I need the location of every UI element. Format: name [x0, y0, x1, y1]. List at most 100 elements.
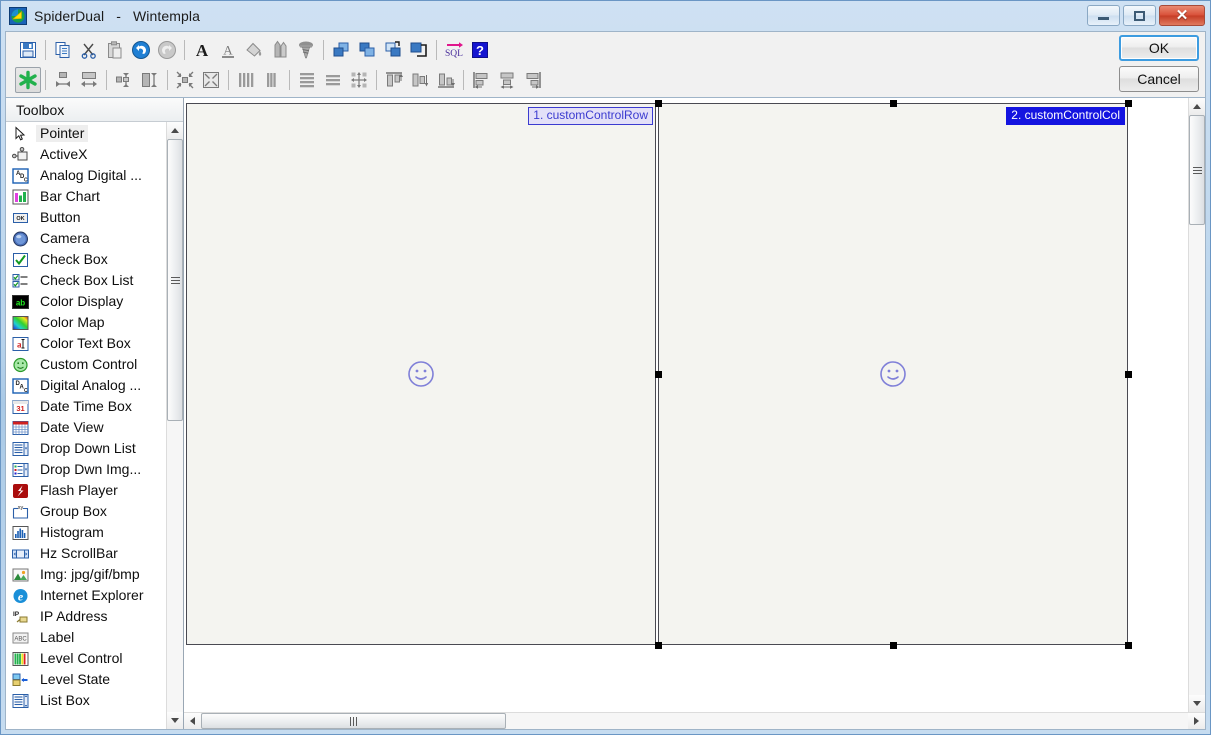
sql-button[interactable]: SQL [441, 37, 467, 63]
redo-button[interactable] [154, 37, 180, 63]
fill-color-button[interactable] [241, 37, 267, 63]
toolbox-item-color-map[interactable]: Color Map [6, 312, 166, 333]
copy-button[interactable] [50, 37, 76, 63]
toolbox-item-color-text-box[interactable]: a Color Text Box [6, 333, 166, 354]
maximize-button[interactable] [1123, 5, 1156, 26]
toolbox-item-histogram[interactable]: Histogram [6, 522, 166, 543]
ok-button[interactable]: OK [1119, 35, 1199, 61]
selection-handle-bottom-center[interactable] [890, 642, 897, 649]
toolbox-vertical-scrollbar[interactable] [166, 122, 183, 729]
canvas-scroll-up-button[interactable] [1189, 98, 1205, 115]
window-controls: ✕ [1087, 5, 1205, 26]
canvas-scroll-thumb[interactable] [1189, 115, 1205, 225]
toolbox-scroll-up-button[interactable] [167, 122, 183, 139]
toolbar-separator [102, 69, 111, 91]
toolbox-item-level-control[interactable]: Level Control [6, 648, 166, 669]
toolbox-list[interactable]: Pointer ActiveX A D C Analog Digital ... Bar C… [6, 122, 166, 729]
size-to-grid-height-button[interactable] [137, 67, 163, 93]
canvas-hscroll-track[interactable] [201, 713, 1188, 729]
align-right-button[interactable] [520, 67, 546, 93]
selection-handle-bottom-left[interactable] [655, 642, 662, 649]
space-across-button[interactable] [233, 67, 259, 93]
screw-button[interactable] [293, 37, 319, 63]
toolbox-item-ip-address[interactable]: IP IP Address [6, 606, 166, 627]
toolbox-scroll-down-button[interactable] [167, 712, 183, 729]
toolbox-item-digital-analog[interactable]: D A C Digital Analog ... [6, 375, 166, 396]
snap-to-grid-button[interactable] [15, 67, 41, 93]
minimize-button[interactable] [1087, 5, 1120, 26]
make-same-height-button[interactable] [76, 67, 102, 93]
selection-handle-middle-right[interactable] [1125, 371, 1132, 378]
cut-scissors-button[interactable] [76, 37, 102, 63]
toolbox-item-date-time-box[interactable]: 31 Date Time Box [6, 396, 166, 417]
toolbox-item-label[interactable]: ABC Label [6, 627, 166, 648]
help-button[interactable]: ? [467, 37, 493, 63]
center-in-form-button[interactable] [346, 67, 372, 93]
toolbox-item-check-box-list[interactable]: Check Box List [6, 270, 166, 291]
selection-handle-top-left[interactable] [655, 100, 662, 107]
close-button[interactable]: ✕ [1159, 5, 1205, 26]
size-to-grid-width-button[interactable] [111, 67, 137, 93]
chevron-down-icon [171, 718, 179, 723]
make-same-width-button[interactable] [50, 67, 76, 93]
design-panel-customControlCol[interactable]: 2. customControlCol [658, 103, 1128, 645]
toolbox-item-custom-control[interactable]: Custom Control [6, 354, 166, 375]
align-middle-button[interactable] [407, 67, 433, 93]
toolbox-item-date-view[interactable]: Date View [6, 417, 166, 438]
panel-label-customControlRow[interactable]: 1. customControlRow [528, 107, 653, 125]
toolbox-item-list-box[interactable]: List Box [6, 690, 166, 711]
canvas-scroll-down-button[interactable] [1189, 695, 1205, 712]
undo-button[interactable] [128, 37, 154, 63]
canvas-scroll-track[interactable] [1189, 115, 1205, 695]
canvas-scroll-right-button[interactable] [1188, 713, 1205, 729]
toolbox-scroll-thumb[interactable] [167, 139, 183, 421]
selection-handle-top-right[interactable] [1125, 100, 1132, 107]
toolbox-item-group-box[interactable]: xy Group Box [6, 501, 166, 522]
send-to-back-button[interactable] [354, 37, 380, 63]
canvas-vertical-scrollbar[interactable] [1188, 98, 1205, 712]
bold-font-button[interactable]: A [189, 37, 215, 63]
design-panel-customControlRow[interactable]: 1. customControlRow [186, 103, 656, 645]
canvas-scroll-left-button[interactable] [184, 713, 201, 729]
panel-label-customControlCol[interactable]: 2. customControlCol [1006, 107, 1125, 125]
toolbox-item-internet-explorer[interactable]: e Internet Explorer [6, 585, 166, 606]
design-canvas[interactable]: 1. customControlRow 2. customControlCol [184, 98, 1188, 712]
space-down-button[interactable] [294, 67, 320, 93]
toolbox-item-hz-scrollbar[interactable]: Hz ScrollBar [6, 543, 166, 564]
shrink-all-button[interactable] [198, 67, 224, 93]
selection-handle-middle-left[interactable] [655, 371, 662, 378]
remove-horizontal-space-button[interactable] [259, 67, 285, 93]
selection-handle-bottom-right[interactable] [1125, 642, 1132, 649]
toolbox-item-button[interactable]: OK Button [6, 207, 166, 228]
toolbox-item-bar-chart[interactable]: Bar Chart [6, 186, 166, 207]
bring-forward-button[interactable] [380, 37, 406, 63]
canvas-hscroll-thumb[interactable] [201, 713, 506, 729]
toolbox-item-camera[interactable]: Camera [6, 228, 166, 249]
toolbox-item-drop-dwn-img[interactable]: Drop Dwn Img... [6, 459, 166, 480]
bring-to-front-button[interactable] [328, 37, 354, 63]
pencils-button[interactable] [267, 37, 293, 63]
send-backward-button[interactable] [406, 37, 432, 63]
toolbox-scroll-track[interactable] [167, 139, 183, 712]
align-top-button[interactable] [381, 67, 407, 93]
toolbox-item-color-display[interactable]: ab Color Display [6, 291, 166, 312]
align-left-button[interactable] [468, 67, 494, 93]
toolbox-item-check-box[interactable]: Check Box [6, 249, 166, 270]
paste-button[interactable] [102, 37, 128, 63]
save-button[interactable] [15, 37, 41, 63]
remove-vertical-space-button[interactable] [320, 67, 346, 93]
toolbox-item-img-jpg-gif-bmp[interactable]: Img: jpg/gif/bmp [6, 564, 166, 585]
toolbox-item-analog-digital[interactable]: A D C Analog Digital ... [6, 165, 166, 186]
shrink-to-fit-button[interactable] [172, 67, 198, 93]
font-underline-button[interactable]: A [215, 37, 241, 63]
toolbox-item-pointer[interactable]: Pointer [6, 123, 166, 144]
toolbox-item-level-state[interactable]: Level State [6, 669, 166, 690]
selection-handle-top-center[interactable] [890, 100, 897, 107]
toolbox-item-drop-down-list[interactable]: Drop Down List [6, 438, 166, 459]
align-center-button[interactable] [494, 67, 520, 93]
toolbox-item-activex[interactable]: ActiveX [6, 144, 166, 165]
cancel-button[interactable]: Cancel [1119, 66, 1199, 92]
toolbox-item-flash-player[interactable]: Flash Player [6, 480, 166, 501]
align-bottom-button[interactable] [433, 67, 459, 93]
canvas-horizontal-scrollbar[interactable] [184, 712, 1205, 729]
